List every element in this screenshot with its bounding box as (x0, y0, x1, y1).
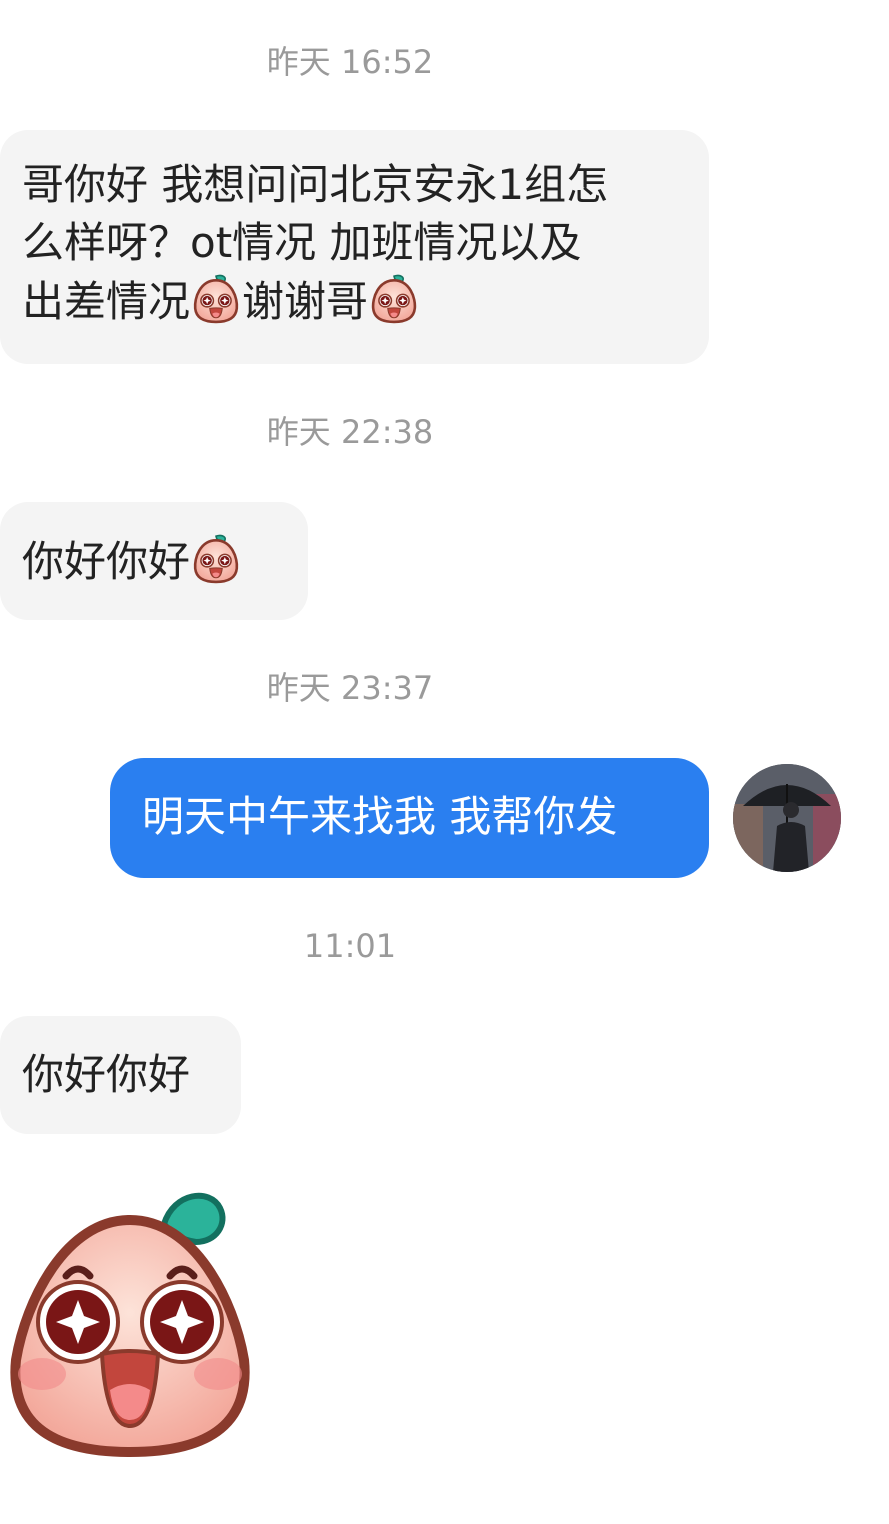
timestamp: 昨天 22:38 (266, 413, 434, 451)
peach-face-emoji-icon (368, 272, 420, 324)
peach-face-sticker[interactable] (6, 1190, 254, 1460)
message-text-line: 么样呀？ot情况 加班情况以及 (22, 218, 582, 267)
message-text: 你好你好 (22, 1050, 191, 1099)
avatar[interactable] (733, 764, 841, 872)
message-text: 明天中午来找我 我帮你发 (142, 792, 618, 841)
message-text-line: 哥你好 我想问问北京安永1组怎 (22, 160, 609, 209)
message-text: 你好你好 (22, 537, 191, 586)
timestamp: 昨天 23:37 (266, 669, 434, 707)
avatar-photo (733, 764, 841, 872)
timestamp: 11:01 (303, 927, 397, 965)
message-text-line: 出差情况 谢谢哥 (22, 272, 709, 331)
incoming-message-bubble[interactable]: 你好你好 (0, 502, 308, 620)
peach-face-emoji-icon (190, 532, 242, 584)
outgoing-message-bubble[interactable]: 明天中午来找我 我帮你发 (110, 758, 709, 878)
incoming-message-bubble[interactable]: 哥你好 我想问问北京安永1组怎 么样呀？ot情况 加班情况以及 出差情况 谢谢哥 (0, 130, 709, 364)
message-text-segment: 谢谢哥 (242, 277, 369, 326)
timestamp: 昨天 16:52 (266, 43, 434, 81)
message-text-segment: 出差情况 (22, 277, 191, 326)
peach-face-emoji-icon (190, 272, 242, 324)
incoming-message-bubble[interactable]: 你好你好 (0, 1016, 241, 1134)
